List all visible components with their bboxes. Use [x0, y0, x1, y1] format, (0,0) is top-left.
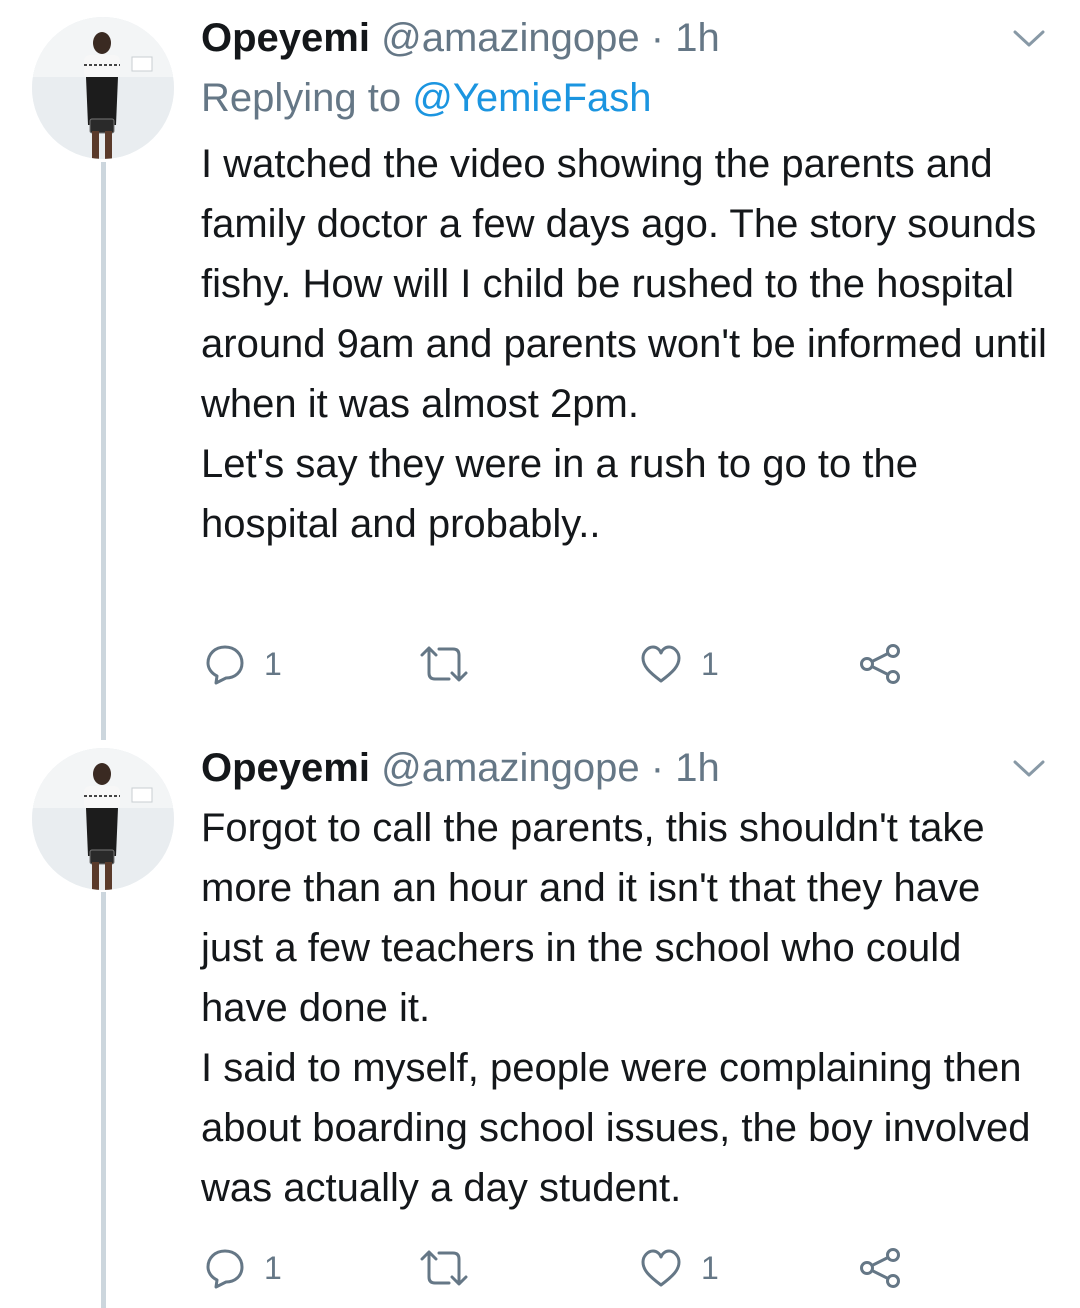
separator-dot: · [650, 16, 665, 60]
timestamp[interactable]: 1h [675, 16, 720, 60]
action-bar: 1 1 [0, 641, 1080, 687]
share-icon [860, 644, 900, 684]
retweet-icon [420, 646, 468, 682]
tweet[interactable]: Opeyemi @amazingope · 1h Replying to @Ye… [0, 0, 1080, 730]
reply-icon [206, 645, 244, 685]
display-name[interactable]: Opeyemi [201, 746, 370, 790]
tweet-text: I watched the video showing the parents … [201, 134, 1051, 554]
display-name[interactable]: Opeyemi [201, 16, 370, 60]
share-button[interactable] [858, 641, 904, 687]
tweet-paragraph: I said to myself, people were complainin… [201, 1046, 1031, 1210]
reply-button[interactable]: 1 [204, 1245, 282, 1291]
avatar-photo [32, 17, 174, 159]
tweet-header: Opeyemi @amazingope · 1h [201, 14, 720, 62]
reply-count: 1 [264, 1249, 282, 1286]
like-count: 1 [701, 645, 719, 682]
retweet-icon [420, 1250, 468, 1286]
tweet-header: Opeyemi @amazingope · 1h [201, 744, 720, 792]
replying-to-label: Replying to [201, 76, 402, 120]
replying-to-mention[interactable]: @YemieFash [412, 76, 651, 120]
like-button[interactable]: 1 [639, 641, 719, 687]
action-bar: 1 1 [0, 1245, 1080, 1291]
retweet-button[interactable] [418, 1245, 470, 1291]
tweet-paragraph: Let's say they were in a rush to go to t… [201, 442, 918, 546]
like-count: 1 [701, 1249, 719, 1286]
like-button[interactable]: 1 [639, 1245, 719, 1291]
user-handle[interactable]: @amazingope [381, 16, 640, 60]
avatar-photo [32, 748, 174, 890]
replying-to: Replying to @YemieFash [201, 74, 652, 122]
tweet[interactable]: Opeyemi @amazingope · 1h Forgot to call … [0, 730, 1080, 1308]
like-icon [641, 1249, 681, 1287]
timestamp[interactable]: 1h [675, 746, 720, 790]
separator-dot: · [650, 746, 665, 790]
tweet-paragraph: Forgot to call the parents, this shouldn… [201, 806, 985, 1030]
like-icon [641, 645, 681, 683]
avatar[interactable] [32, 17, 174, 159]
chevron-down-icon[interactable] [1012, 758, 1046, 780]
avatar[interactable] [32, 748, 174, 890]
chevron-down-icon[interactable] [1012, 28, 1046, 50]
retweet-button[interactable] [418, 641, 470, 687]
reply-icon [206, 1249, 244, 1289]
user-handle[interactable]: @amazingope [381, 746, 640, 790]
tweet-text: Forgot to call the parents, this shouldn… [201, 798, 1051, 1218]
share-button[interactable] [858, 1245, 904, 1291]
reply-button[interactable]: 1 [204, 641, 282, 687]
share-icon [860, 1248, 900, 1288]
tweet-paragraph: I watched the video showing the parents … [201, 142, 1047, 426]
reply-count: 1 [264, 645, 282, 682]
